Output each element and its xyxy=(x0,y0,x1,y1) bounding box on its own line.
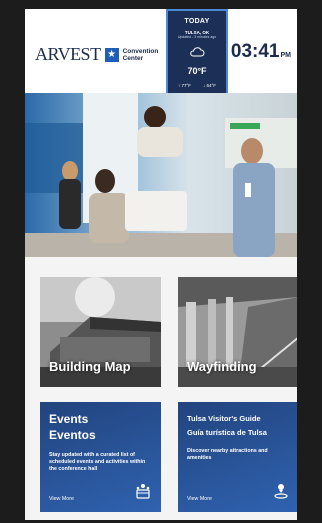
guide-view-more-link[interactable]: View More xyxy=(187,496,212,502)
wayfinding-title: Wayfinding xyxy=(187,359,257,374)
events-description: Stay updated with a curated list of sche… xyxy=(49,452,146,472)
kiosk-screen: ARVEST ★ Convention Center 03:41PM TODAY… xyxy=(25,9,297,520)
events-view-more-link[interactable]: View More xyxy=(49,496,74,502)
building-map-title: Building Map xyxy=(49,359,131,374)
star-icon: ★ xyxy=(104,47,119,62)
weather-high-low: ↑ 77°F ↓ 64°F xyxy=(168,83,226,88)
clock-time: 03:41 xyxy=(230,41,280,62)
cloud-icon xyxy=(168,44,226,62)
weather-low: ↓ 64°F xyxy=(202,83,217,88)
logo-subtitle: Convention Center xyxy=(122,47,159,62)
events-card[interactable]: Events Eventos Stay updated with a curat… xyxy=(40,402,161,512)
weather-title: TODAY xyxy=(184,18,210,25)
hero-photo xyxy=(25,93,297,257)
events-title-en: Events xyxy=(49,412,89,426)
logo-wordmark: ARVEST xyxy=(35,44,101,64)
arvest-logo: ARVEST ★ Convention Center xyxy=(35,44,158,65)
guide-description: Discover nearby attractions and amenitie… xyxy=(187,448,268,461)
weather-updated: Updated - 3 minutes ago xyxy=(177,35,217,39)
weather-temp: 70°F xyxy=(187,66,207,76)
guide-title-en: Tulsa Visitor's Guide xyxy=(187,414,261,423)
location-person-icon xyxy=(273,483,289,504)
clock: 03:41PM xyxy=(231,41,291,63)
weather-widget[interactable]: TODAY TULSA, OK Updated - 3 minutes ago … xyxy=(166,9,228,103)
events-title-es: Eventos xyxy=(49,428,96,442)
wayfinding-tile[interactable]: Wayfinding xyxy=(178,277,297,387)
calendar-people-icon xyxy=(135,483,151,504)
weather-high: ↑ 77°F xyxy=(177,83,192,88)
building-map-tile[interactable]: Building Map xyxy=(40,277,161,387)
clock-ampm: PM xyxy=(280,52,292,59)
guide-title-es: Guía turística de Tulsa xyxy=(187,428,267,437)
visitors-guide-card[interactable]: Tulsa Visitor's Guide Guía turística de … xyxy=(178,402,297,512)
